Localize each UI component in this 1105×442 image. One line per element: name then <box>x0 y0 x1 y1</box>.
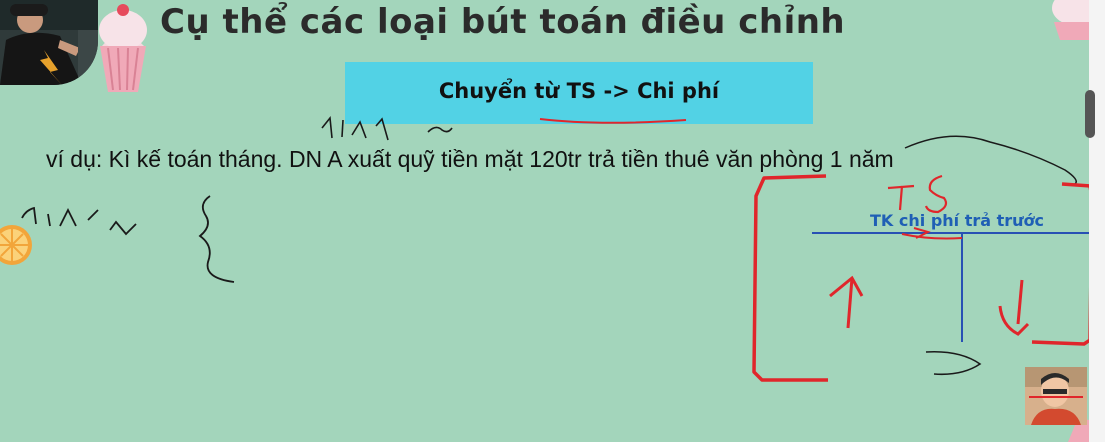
up-arrow-icon <box>829 275 864 329</box>
ink-marks-top <box>321 115 453 141</box>
ts-handwriting <box>887 174 948 214</box>
ink-annotations <box>21 115 1089 382</box>
down-arrow-icon <box>998 279 1030 336</box>
side-panel-edge <box>1089 0 1105 442</box>
panel-handle[interactable] <box>1085 90 1095 138</box>
ink-marks-left <box>21 195 235 283</box>
webcam-thumbnail <box>1025 367 1087 425</box>
slide-canvas: Cụ thể các loại bút toán điều chỉnh Chuy… <box>0 0 1089 442</box>
